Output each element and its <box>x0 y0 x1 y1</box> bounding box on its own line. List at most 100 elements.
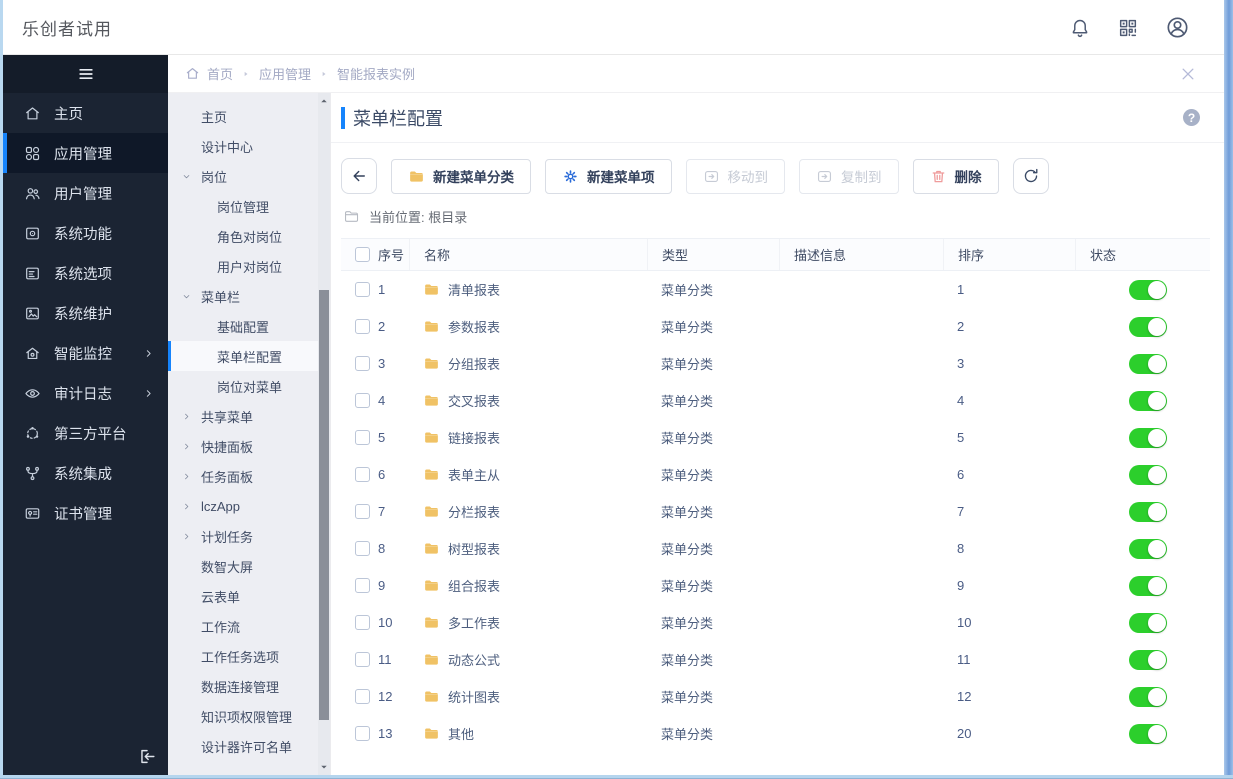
move-to-button[interactable]: 移动到 <box>685 158 785 194</box>
submenu-item-scheduled-tasks[interactable]: 计划任务 <box>168 521 330 551</box>
row-checkbox[interactable] <box>355 652 370 667</box>
status-toggle[interactable] <box>1129 353 1167 374</box>
row-name-cell[interactable]: 清单报表 <box>409 280 647 299</box>
row-name-cell[interactable]: 其他 <box>409 724 647 743</box>
refresh-button[interactable] <box>1012 158 1049 194</box>
breadcrumb-item[interactable]: 智能报表实例 <box>337 64 415 83</box>
third-party-icon <box>24 425 41 442</box>
submenu-item-role-to-post[interactable]: 角色对岗位 <box>168 221 330 251</box>
submenu-scrollbar[interactable] <box>318 93 330 775</box>
sidebar-item-system-functions[interactable]: 系统功能 <box>3 213 168 253</box>
submenu-item-basic-config[interactable]: 基础配置 <box>168 311 330 341</box>
row-name-cell[interactable]: 动态公式 <box>409 650 647 669</box>
status-toggle[interactable] <box>1129 686 1167 707</box>
submenu-item-menu-bar-config[interactable]: 菜单栏配置 <box>168 341 330 371</box>
sidebar-item-smart-monitoring[interactable]: 智能监控 <box>3 333 168 373</box>
sidebar-item-app-management[interactable]: 应用管理 <box>3 133 168 173</box>
row-checkbox[interactable] <box>355 615 370 630</box>
copy-to-button[interactable]: 复制到 <box>799 158 899 194</box>
submenu-item-post[interactable]: 岗位 <box>168 161 330 191</box>
qr-code-icon[interactable] <box>1117 17 1139 39</box>
scroll-down-icon[interactable] <box>318 761 330 773</box>
status-toggle[interactable] <box>1129 612 1167 633</box>
close-tab-icon[interactable] <box>1178 64 1198 84</box>
submenu-item-lczapp[interactable]: lczApp <box>168 491 330 521</box>
sidebar-item-system-options[interactable]: 系统选项 <box>3 253 168 293</box>
new-menu-item-button[interactable]: 新建菜单项 <box>545 158 672 194</box>
toolbar-button-label: 复制到 <box>841 170 882 185</box>
breadcrumb-item[interactable]: 首页 <box>207 64 233 83</box>
collapse-sidebar-icon[interactable] <box>138 747 157 766</box>
sidebar-item-audit-logs[interactable]: 审计日志 <box>3 373 168 413</box>
submenu-item-quick-panel[interactable]: 快捷面板 <box>168 431 330 461</box>
row-name-cell[interactable]: 链接报表 <box>409 428 647 447</box>
row-checkbox[interactable] <box>355 356 370 371</box>
row-name-cell[interactable]: 分栏报表 <box>409 502 647 521</box>
status-toggle[interactable] <box>1129 279 1167 300</box>
back-button[interactable] <box>341 158 377 194</box>
sidebar-item-system-maintenance[interactable]: 系统维护 <box>3 293 168 333</box>
notification-bell-icon[interactable] <box>1069 17 1091 39</box>
row-checkbox[interactable] <box>355 430 370 445</box>
submenu-item-user-to-post[interactable]: 用户对岗位 <box>168 251 330 281</box>
user-avatar-icon[interactable] <box>1165 15 1190 40</box>
row-sort: 8 <box>957 541 965 556</box>
window-scrollbar[interactable] <box>1224 0 1233 779</box>
row-checkbox[interactable] <box>355 541 370 556</box>
submenu-item-task-panel[interactable]: 任务面板 <box>168 461 330 491</box>
submenu-item-work-task-options[interactable]: 工作任务选项 <box>168 641 330 671</box>
row-checkbox[interactable] <box>355 393 370 408</box>
submenu-item-home[interactable]: 主页 <box>168 101 330 131</box>
row-checkbox[interactable] <box>355 578 370 593</box>
scroll-up-icon[interactable] <box>318 95 330 107</box>
row-checkbox[interactable] <box>355 319 370 334</box>
submenu-item-cloud-form[interactable]: 云表单 <box>168 581 330 611</box>
submenu-item-designer-license-list[interactable]: 设计器许可名单 <box>168 731 330 761</box>
row-name-cell[interactable]: 参数报表 <box>409 317 647 336</box>
row-name-cell[interactable]: 多工作表 <box>409 613 647 632</box>
new-menu-category-button[interactable]: 新建菜单分类 <box>391 158 531 194</box>
scrollbar-thumb[interactable] <box>319 290 329 720</box>
status-toggle[interactable] <box>1129 390 1167 411</box>
row-name-cell[interactable]: 表单主从 <box>409 465 647 484</box>
help-icon[interactable]: ? <box>1183 109 1200 126</box>
breadcrumb-item[interactable]: 应用管理 <box>259 64 311 83</box>
row-index-cell: 9 <box>341 578 409 593</box>
sidebar-item-user-management[interactable]: 用户管理 <box>3 173 168 213</box>
status-toggle[interactable] <box>1129 464 1167 485</box>
status-toggle[interactable] <box>1129 501 1167 522</box>
row-name-cell[interactable]: 树型报表 <box>409 539 647 558</box>
row-name-cell[interactable]: 交叉报表 <box>409 391 647 410</box>
delete-button[interactable]: 删除 <box>912 158 999 194</box>
row-name-cell[interactable]: 组合报表 <box>409 576 647 595</box>
submenu-item-data-screen[interactable]: 数智大屏 <box>168 551 330 581</box>
row-checkbox[interactable] <box>355 726 370 741</box>
row-name-cell[interactable]: 分组报表 <box>409 354 647 373</box>
row-checkbox[interactable] <box>355 504 370 519</box>
sidebar-item-home[interactable]: 主页 <box>3 93 168 133</box>
status-toggle[interactable] <box>1129 538 1167 559</box>
table-row: 7 分栏报表 菜单分类 7 <box>341 493 1210 530</box>
select-all-checkbox[interactable] <box>355 247 370 262</box>
status-toggle[interactable] <box>1129 723 1167 744</box>
row-checkbox[interactable] <box>355 467 370 482</box>
row-checkbox[interactable] <box>355 282 370 297</box>
sidebar-item-system-integration[interactable]: 系统集成 <box>3 453 168 493</box>
submenu-item-post-to-menu[interactable]: 岗位对菜单 <box>168 371 330 401</box>
status-toggle[interactable] <box>1129 575 1167 596</box>
submenu-item-knowledge-permission-management[interactable]: 知识项权限管理 <box>168 701 330 731</box>
submenu-item-post-management[interactable]: 岗位管理 <box>168 191 330 221</box>
sidebar-item-certificate-management[interactable]: 证书管理 <box>3 493 168 533</box>
status-toggle[interactable] <box>1129 649 1167 670</box>
hamburger-menu-icon[interactable] <box>76 64 96 84</box>
row-name-cell[interactable]: 统计图表 <box>409 687 647 706</box>
status-toggle[interactable] <box>1129 316 1167 337</box>
status-toggle[interactable] <box>1129 427 1167 448</box>
submenu-item-menu-bar[interactable]: 菜单栏 <box>168 281 330 311</box>
submenu-item-data-connection-management[interactable]: 数据连接管理 <box>168 671 330 701</box>
row-checkbox[interactable] <box>355 689 370 704</box>
submenu-item-workflow[interactable]: 工作流 <box>168 611 330 641</box>
sidebar-item-third-party-platform[interactable]: 第三方平台 <box>3 413 168 453</box>
submenu-item-shared-menu[interactable]: 共享菜单 <box>168 401 330 431</box>
submenu-item-design-center[interactable]: 设计中心 <box>168 131 330 161</box>
